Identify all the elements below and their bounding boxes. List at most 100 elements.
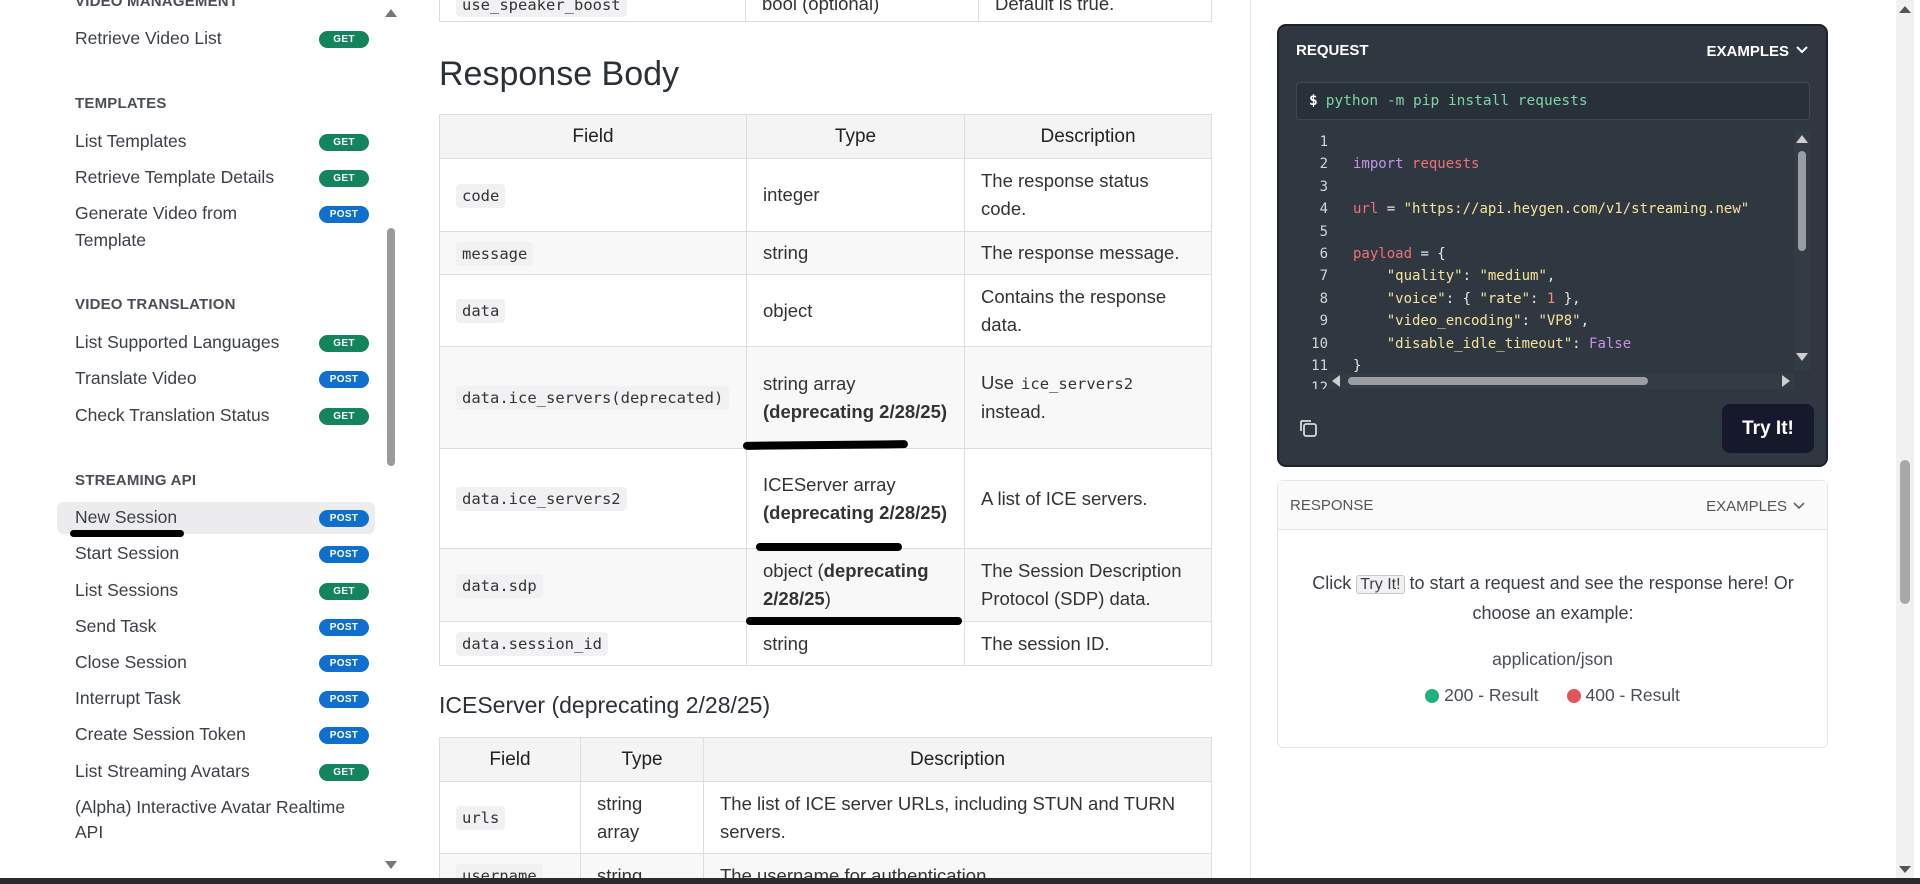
sidebar-scrollbar[interactable] — [384, 0, 398, 878]
field-type: string array (deprecating 2/28/25) — [746, 346, 965, 449]
section-title-video-management: VIDEO MANAGEMENT — [75, 0, 239, 10]
sidebar-item-label: Generate Video from Template — [75, 203, 238, 250]
main-content: use_speaker_boost bool (optional) Defaul… — [398, 0, 1250, 878]
method-badge: POST — [319, 727, 369, 744]
scroll-down-arrow-icon[interactable] — [385, 861, 397, 869]
response-examples-dropdown[interactable]: EXAMPLES — [1706, 497, 1805, 515]
column-header: Field — [439, 114, 747, 159]
param-type: bool (optional) — [745, 0, 979, 22]
sidebar-item-label: Start Session — [75, 543, 180, 563]
line-number: 10 — [1311, 335, 1328, 352]
scroll-down-arrow-icon[interactable] — [1899, 866, 1911, 873]
install-command-box[interactable]: $ python -m pip install requests — [1296, 82, 1810, 120]
field-desc: A list of ICE servers. — [964, 448, 1212, 549]
api-playground: REQUEST EXAMPLES $ python -m pip install… — [1250, 0, 1848, 878]
column-header: Description — [964, 114, 1212, 159]
section-title-video-translation: VIDEO TRANSLATION — [75, 296, 236, 313]
sidebar-item-list-sessions[interactable]: List Sessions GET — [57, 577, 375, 604]
params-table-tail: use_speaker_boost bool (optional) Defaul… — [439, 0, 1212, 22]
field-desc: The list of ICE server URLs, including S… — [703, 781, 1212, 854]
sidebar-item-label: (Alpha) Interactive Avatar Realtime API — [75, 797, 346, 842]
sidebar-item-retrieve-video-list[interactable]: Retrieve Video List GET — [57, 25, 375, 52]
response-title: RESPONSE — [1290, 497, 1374, 514]
code-vertical-scrollbar[interactable] — [1794, 131, 1810, 371]
sidebar-item-close-session[interactable]: Close Session POST — [57, 649, 375, 676]
scroll-up-arrow-icon[interactable] — [1899, 6, 1911, 13]
status-dot-icon — [1425, 688, 1440, 703]
scroll-down-arrow-icon[interactable] — [1796, 353, 1808, 361]
examples-label: EXAMPLES — [1706, 42, 1789, 60]
table-row: code integer The response status code. — [439, 158, 1212, 232]
line-number: 9 — [1319, 313, 1328, 330]
table-row: message string The response message. — [439, 231, 1212, 275]
section-title-templates: TEMPLATES — [75, 95, 167, 112]
table-row: username string The username for authent… — [439, 853, 1212, 878]
scroll-up-arrow-icon[interactable] — [385, 9, 397, 17]
code-editor[interactable]: 1 2 3 4 5 6 7 8 9 10 11 12 import requests url = "h… — [1296, 131, 1810, 389]
sidebar-item-label: Check Translation Status — [75, 405, 270, 425]
sidebar-item-list-templates[interactable]: List Templates GET — [57, 128, 375, 155]
table-row: data.ice_servers(deprecated) string arra… — [439, 346, 1212, 449]
sidebar-item-interactive-avatar-realtime-api[interactable]: (Alpha) Interactive Avatar Realtime API — [57, 795, 375, 845]
scroll-left-arrow-icon[interactable] — [1332, 375, 1340, 387]
scroll-right-arrow-icon[interactable] — [1782, 375, 1790, 387]
scroll-up-arrow-icon[interactable] — [1796, 135, 1808, 143]
chevron-down-icon — [1793, 497, 1805, 515]
line-number: 7 — [1319, 268, 1328, 285]
field-type: string — [746, 621, 965, 666]
sidebar-item-list-supported-languages[interactable]: List Supported Languages GET — [57, 329, 375, 356]
field-name: message — [456, 241, 534, 266]
response-body-table: Field Type Description code integer The … — [439, 114, 1212, 666]
method-badge: POST — [319, 206, 369, 223]
page-scrollbar[interactable] — [1896, 0, 1914, 878]
line-number: 11 — [1311, 358, 1328, 375]
sidebar-item-start-session[interactable]: Start Session POST — [57, 540, 375, 567]
example-400-result[interactable]: 400 - Result — [1566, 685, 1680, 706]
field-desc: Use ice_servers2 instead. — [964, 346, 1212, 449]
response-examples-list: 200 - Result 400 - Result — [1278, 685, 1827, 706]
sidebar-item-check-translation-status[interactable]: Check Translation Status GET — [57, 402, 375, 429]
field-name: urls — [456, 806, 506, 830]
method-badge: GET — [319, 583, 369, 600]
copy-icon[interactable] — [1298, 418, 1318, 443]
sidebar-item-label: List Supported Languages — [75, 332, 280, 352]
sidebar-item-interrupt-task[interactable]: Interrupt Task POST — [57, 685, 375, 712]
param-desc: Default is true. — [978, 0, 1212, 22]
field-desc: The Session Description Protocol (SDP) d… — [964, 548, 1212, 622]
method-badge: GET — [319, 31, 369, 48]
sidebar-item-generate-video-from-template[interactable]: Generate Video from Template POST — [57, 200, 375, 254]
table-row: data object Contains the response data. — [439, 274, 1212, 347]
sidebar-item-list-streaming-avatars[interactable]: List Streaming Avatars GET — [57, 758, 375, 785]
method-badge: GET — [319, 134, 369, 151]
response-placeholder-message: Click Try It! to start a request and see… — [1312, 573, 1794, 623]
example-200-result[interactable]: 200 - Result — [1425, 685, 1539, 706]
field-type: string — [746, 231, 965, 275]
request-examples-dropdown[interactable]: EXAMPLES — [1706, 42, 1809, 60]
page-scroll-thumb[interactable] — [1900, 460, 1910, 604]
code-hscroll-thumb[interactable] — [1348, 377, 1648, 385]
sidebar-item-send-task[interactable]: Send Task POST — [57, 613, 375, 640]
method-badge: POST — [319, 546, 369, 563]
line-number: 8 — [1319, 290, 1328, 307]
sidebar-item-translate-video[interactable]: Translate Video POST — [57, 365, 375, 392]
iceserver-title: ICEServer (deprecating 2/28/25) — [439, 692, 771, 718]
code-scroll-thumb[interactable] — [1798, 151, 1806, 251]
line-number: 12 — [1311, 380, 1328, 389]
sidebar-scroll-thumb[interactable] — [387, 228, 395, 466]
field-desc: The response status code. — [964, 158, 1212, 232]
sidebar-item-create-session-token[interactable]: Create Session Token POST — [57, 721, 375, 748]
response-panel: RESPONSE EXAMPLES Click Try It! to start… — [1277, 480, 1828, 748]
pen-underline-mark — [70, 530, 184, 537]
sidebar-item-label: Create Session Token — [75, 724, 246, 744]
code-horizontal-scrollbar[interactable] — [1328, 373, 1794, 389]
content-type-label: application/json — [1492, 649, 1613, 669]
sidebar-item-label: Interrupt Task — [75, 688, 181, 708]
code-block: import requests url = "https://api.heyge… — [1353, 156, 1750, 389]
pen-underline-mark — [742, 440, 909, 450]
sidebar-item-retrieve-template-details[interactable]: Retrieve Template Details GET — [57, 164, 375, 191]
try-it-button[interactable]: Try It! — [1722, 404, 1814, 453]
request-title: REQUEST — [1296, 42, 1369, 59]
line-number: 2 — [1319, 156, 1328, 173]
method-badge: GET — [319, 335, 369, 352]
sidebar-item-label: Retrieve Video List — [75, 28, 222, 48]
